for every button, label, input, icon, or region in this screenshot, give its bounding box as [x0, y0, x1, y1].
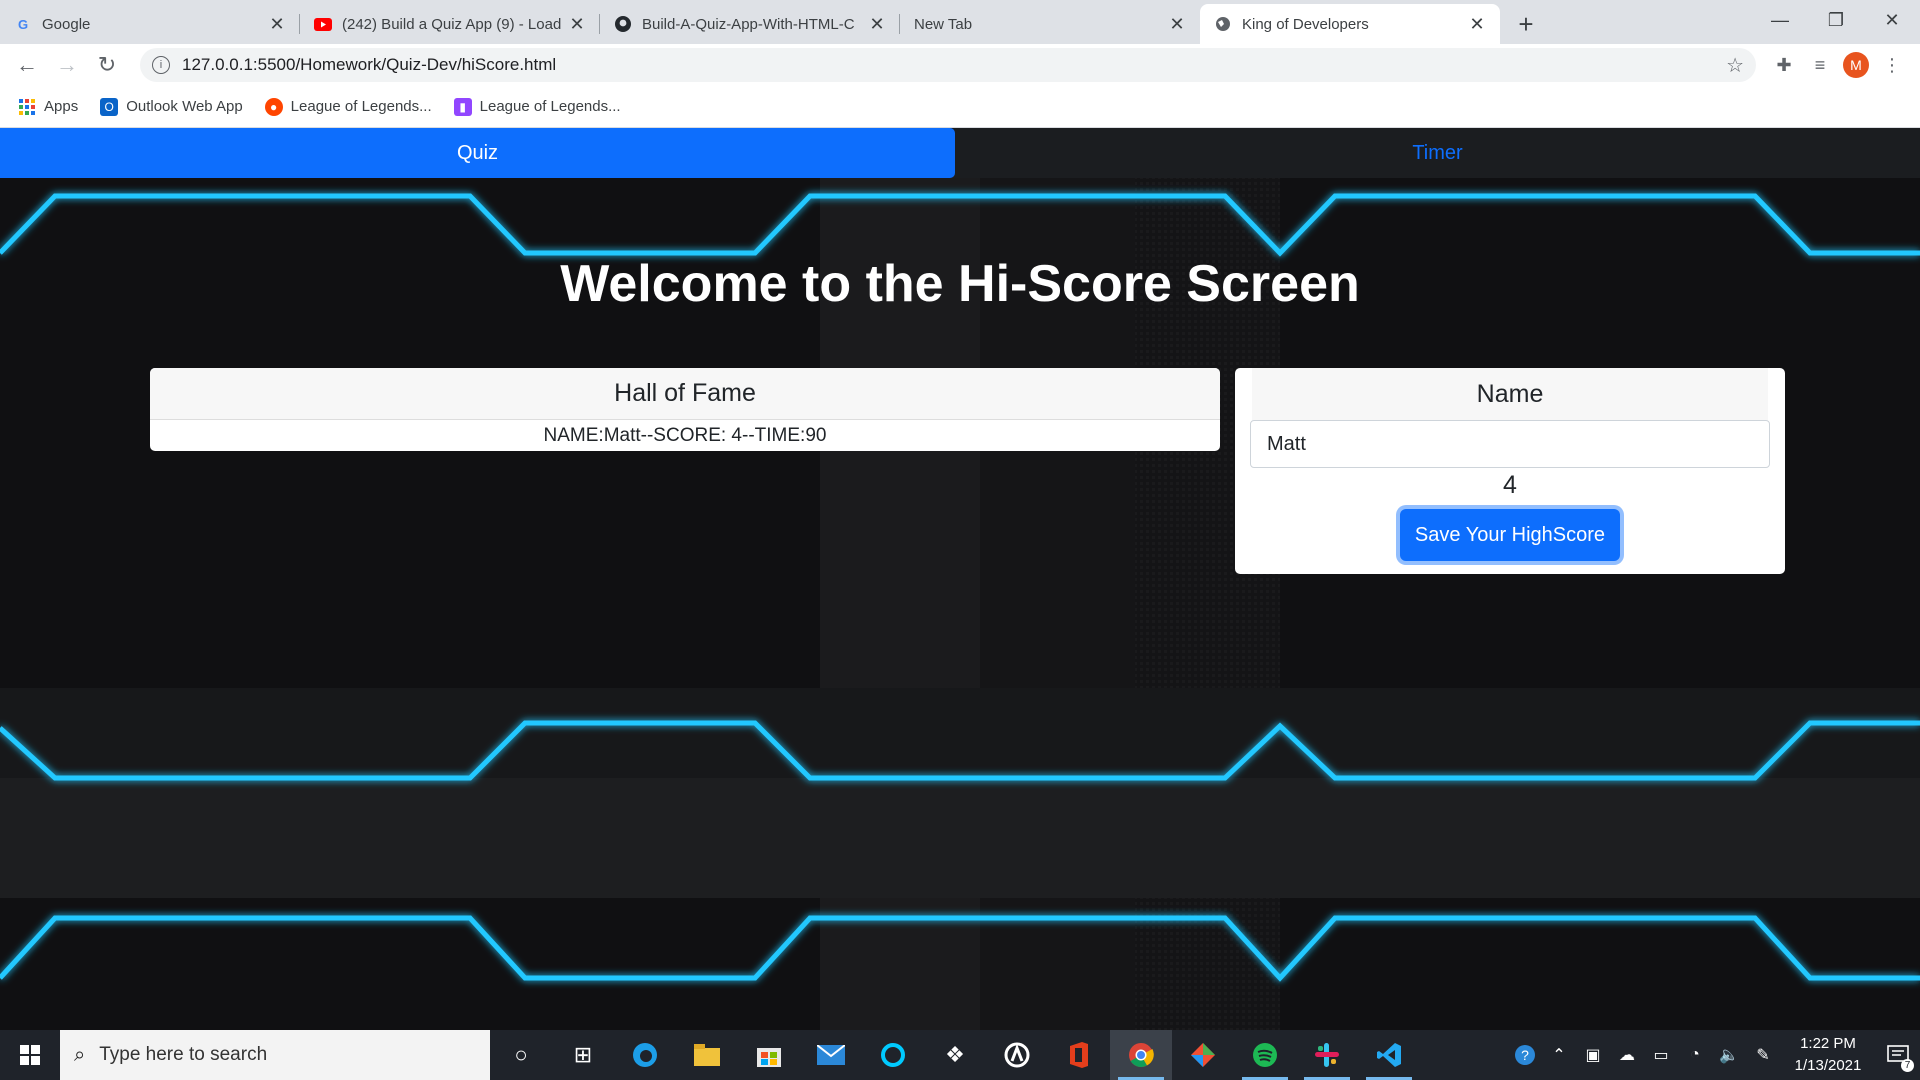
google-icon: G	[17, 16, 29, 32]
site-info-icon[interactable]: i	[152, 56, 170, 74]
meet-now-icon[interactable]: ▣	[1576, 1030, 1610, 1080]
media-queue-icon[interactable]: ≡	[1802, 48, 1838, 82]
bookmark-league-reddit[interactable]: ● League of Legends...	[264, 97, 432, 116]
hall-of-fame-card: Hall of Fame NAME:Matt--SCORE: 4--TIME:9…	[150, 368, 1220, 451]
browser-tab-king-of-developers[interactable]: King of Developers ✕	[1200, 4, 1500, 44]
apps-grid-icon	[18, 98, 36, 116]
mail-icon[interactable]	[800, 1030, 862, 1080]
taskbar-clock[interactable]: 1:22 PM 1/13/2021	[1780, 1033, 1876, 1077]
more-menu-icon[interactable]: ⋮	[1874, 48, 1910, 82]
taskbar-search-box[interactable]: ⌕ Type here to search	[60, 1030, 490, 1080]
outlook-icon: O	[100, 97, 119, 116]
tab-title: New Tab	[914, 15, 973, 33]
bookmark-league-twitch[interactable]: ▮ League of Legends...	[453, 97, 621, 116]
git-icon[interactable]	[1172, 1030, 1234, 1080]
hall-of-fame-title: Hall of Fame	[150, 368, 1220, 420]
search-placeholder: Type here to search	[99, 1044, 268, 1065]
browser-tab-youtube[interactable]: (242) Build a Quiz App (9) - Load ✕	[300, 4, 600, 44]
notification-count-badge: 7	[1901, 1059, 1914, 1072]
tab-quiz[interactable]: Quiz	[0, 128, 955, 178]
wifi-icon[interactable]: ◔	[1678, 1030, 1712, 1080]
svg-text:?: ?	[1521, 1047, 1529, 1063]
bookmark-label: Apps	[44, 98, 79, 115]
reddit-icon: ●	[264, 97, 283, 116]
profile-button[interactable]: M	[1838, 48, 1874, 82]
close-window-icon[interactable]: ✕	[1864, 0, 1920, 40]
bookmark-outlook[interactable]: O Outlook Web App	[100, 97, 243, 116]
close-tab-icon[interactable]: ✕	[1468, 14, 1486, 35]
tab-timer[interactable]: Timer	[955, 128, 1920, 178]
bookmark-label: Outlook Web App	[126, 98, 243, 115]
forward-arrow-icon[interactable]: →	[50, 48, 84, 82]
page-nav-tabs: Quiz Timer	[0, 128, 1920, 178]
alexa-icon[interactable]	[862, 1030, 924, 1080]
youtube-icon	[314, 15, 332, 33]
name-card: Name 4 Save Your HighScore	[1235, 368, 1785, 574]
browser-toolbar: ← → ↻ i 127.0.0.1:5500/Homework/Quiz-Dev…	[0, 44, 1920, 86]
cortana-icon[interactable]: ○	[490, 1030, 552, 1080]
window-controls: — ❐ ✕	[1752, 0, 1920, 40]
save-highscore-button[interactable]: Save Your HighScore	[1400, 509, 1620, 561]
windows-start-icon[interactable]	[0, 1030, 60, 1080]
chevron-up-icon[interactable]: ⌃	[1542, 1030, 1576, 1080]
browser-tab-strip: G Google ✕ (242) Build a Quiz App (9) - …	[0, 0, 1920, 44]
chrome-icon[interactable]	[1110, 1030, 1172, 1080]
tab-title: King of Developers	[1242, 15, 1369, 33]
extensions-puzzle-icon[interactable]: ✚	[1766, 48, 1802, 82]
restore-icon[interactable]: ❐	[1808, 0, 1864, 40]
browser-tab-github[interactable]: Build-A-Quiz-App-With-HTML-C ✕	[600, 4, 900, 44]
close-tab-icon[interactable]: ✕	[268, 14, 286, 35]
back-arrow-icon[interactable]: ←	[10, 48, 44, 82]
name-card-title: Name	[1252, 368, 1768, 420]
battery-icon[interactable]: ▭	[1644, 1030, 1678, 1080]
minimize-icon[interactable]: —	[1752, 0, 1808, 40]
score-value: 4	[1503, 471, 1517, 499]
dropbox-icon[interactable]: ❖	[924, 1030, 986, 1080]
bookmark-label: League of Legends...	[479, 98, 621, 115]
github-icon	[614, 15, 632, 33]
app-icon[interactable]	[986, 1030, 1048, 1080]
notifications-icon[interactable]: 7	[1876, 1030, 1920, 1080]
volume-icon[interactable]: 🔈	[1712, 1030, 1746, 1080]
vscode-icon[interactable]	[1358, 1030, 1420, 1080]
close-tab-icon[interactable]: ✕	[1168, 14, 1186, 35]
task-view-icon[interactable]: ⊞	[552, 1030, 614, 1080]
slack-icon[interactable]	[1296, 1030, 1358, 1080]
url-text: 127.0.0.1:5500/Homework/Quiz-Dev/hiScore…	[182, 55, 557, 74]
onedrive-icon[interactable]: ☁	[1610, 1030, 1644, 1080]
pen-icon[interactable]: ✎	[1746, 1030, 1780, 1080]
help-icon[interactable]: ?	[1508, 1030, 1542, 1080]
edge-icon[interactable]	[614, 1030, 676, 1080]
system-tray: ? ⌃ ▣ ☁ ▭ ◔ 🔈 ✎ 1:22 PM 1/13/2021 7	[1508, 1030, 1920, 1080]
spotify-icon[interactable]	[1234, 1030, 1296, 1080]
search-icon: ⌕	[74, 1043, 86, 1066]
bookmark-label: League of Legends...	[290, 98, 432, 115]
twitch-icon: ▮	[453, 97, 472, 116]
browser-tab-google[interactable]: G Google ✕	[0, 4, 300, 44]
file-explorer-icon[interactable]	[676, 1030, 738, 1080]
windows-taskbar: ⌕ Type here to search ○ ⊞ ❖ ? ⌃ ▣ ☁ ▭ ◔ …	[0, 1030, 1920, 1080]
bookmarks-bar: Apps O Outlook Web App ● League of Legen…	[0, 86, 1920, 128]
tab-title: (242) Build a Quiz App (9) - Load	[342, 15, 562, 33]
new-tab-button[interactable]: +	[1508, 6, 1544, 42]
office-icon[interactable]	[1048, 1030, 1110, 1080]
bookmark-star-icon[interactable]: ☆	[1726, 53, 1744, 78]
clock-time: 1:22 PM	[1800, 1035, 1856, 1052]
microsoft-store-icon[interactable]	[738, 1030, 800, 1080]
tab-title: Build-A-Quiz-App-With-HTML-C	[642, 15, 855, 33]
bookmark-apps[interactable]: Apps	[18, 98, 78, 116]
browser-tab-new-tab[interactable]: New Tab ✕	[900, 4, 1200, 44]
clock-date: 1/13/2021	[1794, 1057, 1862, 1074]
reload-icon[interactable]: ↻	[90, 48, 124, 82]
page-title: Welcome to the Hi-Score Screen	[560, 255, 1360, 313]
page-viewport: Quiz Timer Welcome to the Hi-Score Scree…	[0, 128, 1920, 1030]
tab-title: Google	[42, 15, 91, 33]
avatar: M	[1843, 52, 1869, 78]
close-tab-icon[interactable]: ✕	[568, 14, 586, 35]
list-item: NAME:Matt--SCORE: 4--TIME:90	[543, 424, 827, 446]
address-bar[interactable]: i 127.0.0.1:5500/Homework/Quiz-Dev/hiSco…	[140, 48, 1756, 82]
globe-icon	[1214, 15, 1232, 33]
name-input[interactable]	[1250, 420, 1770, 468]
close-tab-icon[interactable]: ✕	[868, 14, 886, 35]
